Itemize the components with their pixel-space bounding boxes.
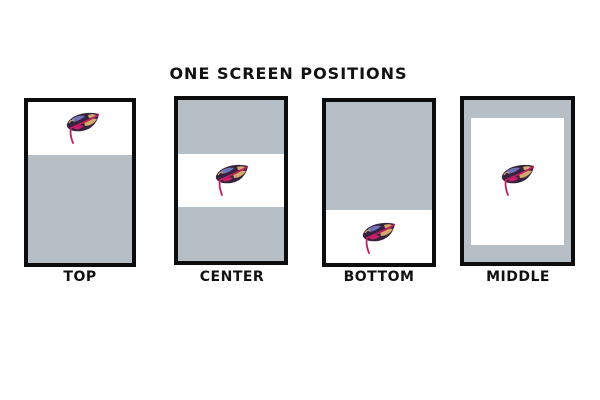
monstera-leaf-icon — [211, 162, 251, 198]
panel-middle — [460, 96, 575, 266]
monstera-leaf-icon — [358, 220, 398, 256]
caption-bottom: BOTTOM — [343, 269, 415, 285]
monstera-leaf-icon — [497, 162, 537, 198]
diagram-title: ONE SCREEN POSITIONS — [169, 64, 408, 83]
caption-middle: MIDDLE — [486, 269, 550, 285]
panel-top — [24, 98, 136, 267]
monstera-leaf-icon — [62, 110, 102, 146]
caption-top: TOP — [63, 269, 97, 285]
caption-center: CENTER — [199, 269, 265, 285]
panel-bottom — [322, 98, 436, 267]
panel-center — [174, 96, 288, 265]
